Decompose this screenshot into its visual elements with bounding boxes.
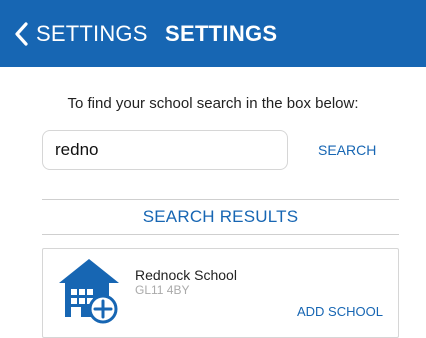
search-instruction: To find your school search in the box be… [67, 95, 359, 112]
back-button-label: SETTINGS [36, 20, 148, 46]
search-result-card: Rednock School GL11 4BY ADD SCHOOL [42, 248, 399, 338]
app-header: SETTINGS SETTINGS [0, 0, 426, 67]
chevron-left-icon [14, 21, 28, 46]
school-name: Rednock School [135, 267, 237, 283]
results-divider-bottom [42, 234, 399, 235]
back-button[interactable]: SETTINGS [14, 0, 148, 67]
add-school-button[interactable]: ADD SCHOOL [297, 304, 383, 319]
school-add-icon[interactable] [57, 257, 121, 330]
page-title: SETTINGS [165, 20, 278, 46]
search-button[interactable]: SEARCH [318, 130, 376, 170]
school-postcode: GL11 4BY [135, 283, 190, 297]
school-search-input[interactable] [42, 130, 288, 170]
search-results-heading: SEARCH RESULTS [142, 207, 299, 226]
